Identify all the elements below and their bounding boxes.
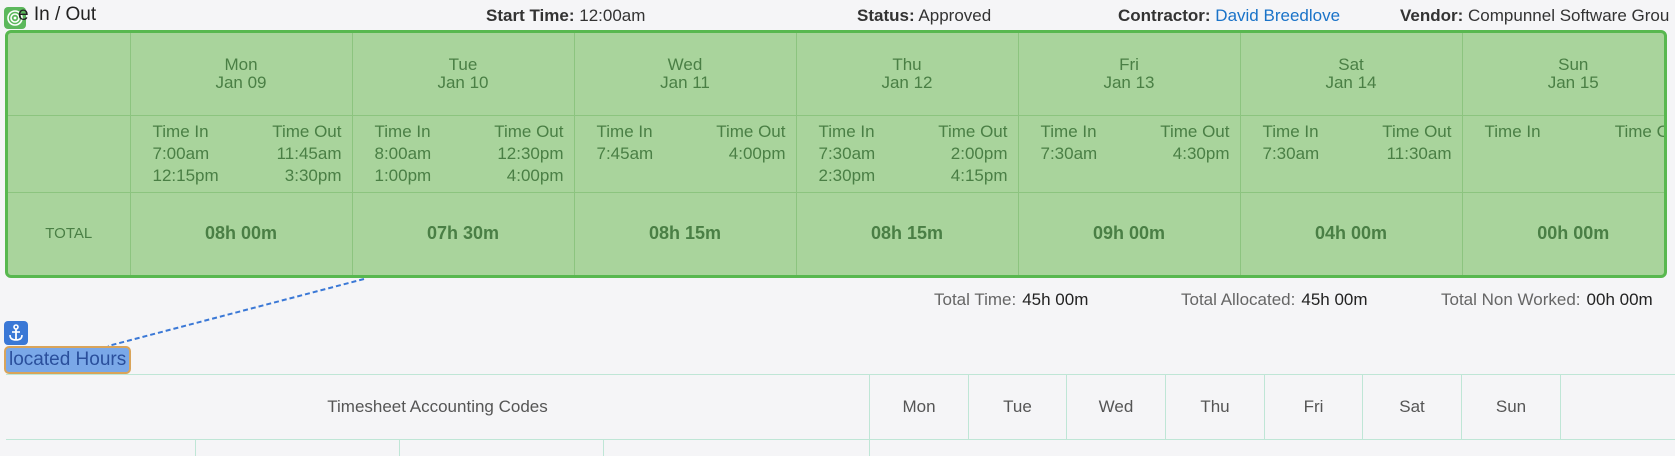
vendor-value: Compunnel Software Grou: [1468, 6, 1670, 25]
acct-header-mon: Mon: [870, 375, 969, 439]
accounting-header-row: Timesheet Accounting Codes Mon Tue Wed T…: [6, 374, 1675, 440]
day-header-tue: Tue Jan 10: [352, 33, 575, 116]
corner-cell: [8, 33, 131, 116]
day-header-thu: Thu Jan 12: [796, 33, 1019, 116]
section-title: e In / Out: [18, 4, 97, 25]
total-thu: 08h 15m: [796, 192, 1019, 275]
times-row-label: [8, 115, 131, 193]
start-time-value: 12:00am: [579, 6, 646, 25]
total-allocated-value: 45h 00m: [1301, 290, 1368, 309]
total-sat: 04h 00m: [1240, 192, 1463, 275]
accounting-codes-table: Timesheet Accounting Codes Mon Tue Wed T…: [6, 374, 1675, 456]
day-header-mon: Mon Jan 09: [130, 33, 353, 116]
status: Status: Approved: [857, 6, 991, 26]
total-wed: 08h 15m: [574, 192, 797, 275]
acct-header-thu: Thu: [1166, 375, 1265, 439]
contractor-link[interactable]: David Breedlove: [1215, 6, 1340, 25]
total-time-label: Total Time:: [934, 290, 1017, 309]
total-sun: 00h 00m: [1537, 223, 1610, 244]
acct-header-empty: [1561, 375, 1675, 439]
vendor: Vendor: Compunnel Software Grou: [1400, 6, 1675, 26]
status-value: Approved: [918, 6, 992, 25]
total-allocated: Total Allocated: 45h 00m: [1181, 290, 1368, 310]
acct-header-sat: Sat: [1363, 375, 1462, 439]
acct-subcell: [6, 439, 196, 456]
times-cell-thu: Time In 7:30am 2:30pm Time Out 2:00pm 4:15pm: [796, 115, 1019, 193]
day-header-row: Mon Jan 09 Tue Jan 10 Wed Jan 11 Thu Jan 12 …: [8, 33, 1664, 116]
total-non-worked: Total Non Worked: 00h 00m: [1441, 290, 1653, 310]
total-non-worked-value: 00h 00m: [1586, 290, 1653, 309]
acct-subcell: [196, 439, 400, 456]
acct-header-fri: Fri: [1265, 375, 1363, 439]
vendor-label: Vendor:: [1400, 6, 1464, 25]
total-non-worked-label: Total Non Worked:: [1441, 290, 1581, 309]
acct-subcell: [604, 439, 870, 456]
total-mon: 08h 00m: [130, 192, 353, 275]
day-header-sun: Sun Jan 15: [1462, 33, 1664, 116]
total-time: Total Time: 45h 00m: [934, 290, 1088, 310]
total-row: TOTAL 08h 00m 07h 30m 08h 15m 08h 15m 09…: [8, 192, 1664, 275]
start-time-label: Start Time:: [486, 6, 575, 25]
day-header-fri: Fri Jan 13: [1018, 33, 1241, 116]
total-tue: 07h 30m: [352, 192, 575, 275]
times-cell-mon: Time In 7:00am 12:15pm Time Out 11:45am 3:30p…: [130, 115, 353, 193]
acct-subcell: [400, 439, 604, 456]
times-cell-wed: Time In 7:45am Time Out 4:00pm: [574, 115, 797, 193]
total-row-label: TOTAL: [8, 192, 131, 275]
times-row: Time In 7:00am 12:15pm Time Out 11:45am 3:30p…: [8, 115, 1664, 193]
acct-header-sun: Sun: [1462, 375, 1561, 439]
allocated-hours-heading[interactable]: located Hours: [4, 346, 132, 374]
times-cell-fri: Time In 7:30am Time Out 4:30pm: [1018, 115, 1241, 193]
total-allocated-label: Total Allocated:: [1181, 290, 1296, 309]
day-header-sat: Sat Jan 14: [1240, 33, 1463, 116]
day-header-wed: Wed Jan 11: [574, 33, 797, 116]
status-label: Status:: [857, 6, 915, 25]
contractor-label: Contractor:: [1118, 6, 1211, 25]
total-time-value: 45h 00m: [1022, 290, 1089, 309]
anchor-icon[interactable]: [4, 321, 28, 345]
contractor: Contractor: David Breedlove: [1118, 6, 1340, 26]
times-cell-tue: Time In 8:00am 1:00pm Time Out 12:30pm 4:00pm: [352, 115, 575, 193]
accounting-codes-header: Timesheet Accounting Codes: [6, 375, 870, 439]
time-in-out-table: Mon Jan 09 Tue Jan 10 Wed Jan 11 Thu Jan 12 …: [5, 30, 1667, 278]
acct-header-tue: Tue: [969, 375, 1067, 439]
start-time: Start Time: 12:00am: [486, 6, 645, 26]
times-cell-sun: Time In Time Out: [1462, 115, 1664, 193]
total-fri: 09h 00m: [1018, 192, 1241, 275]
times-cell-sat: Time In 7:30am Time Out 11:30am: [1240, 115, 1463, 193]
acct-header-wed: Wed: [1067, 375, 1166, 439]
